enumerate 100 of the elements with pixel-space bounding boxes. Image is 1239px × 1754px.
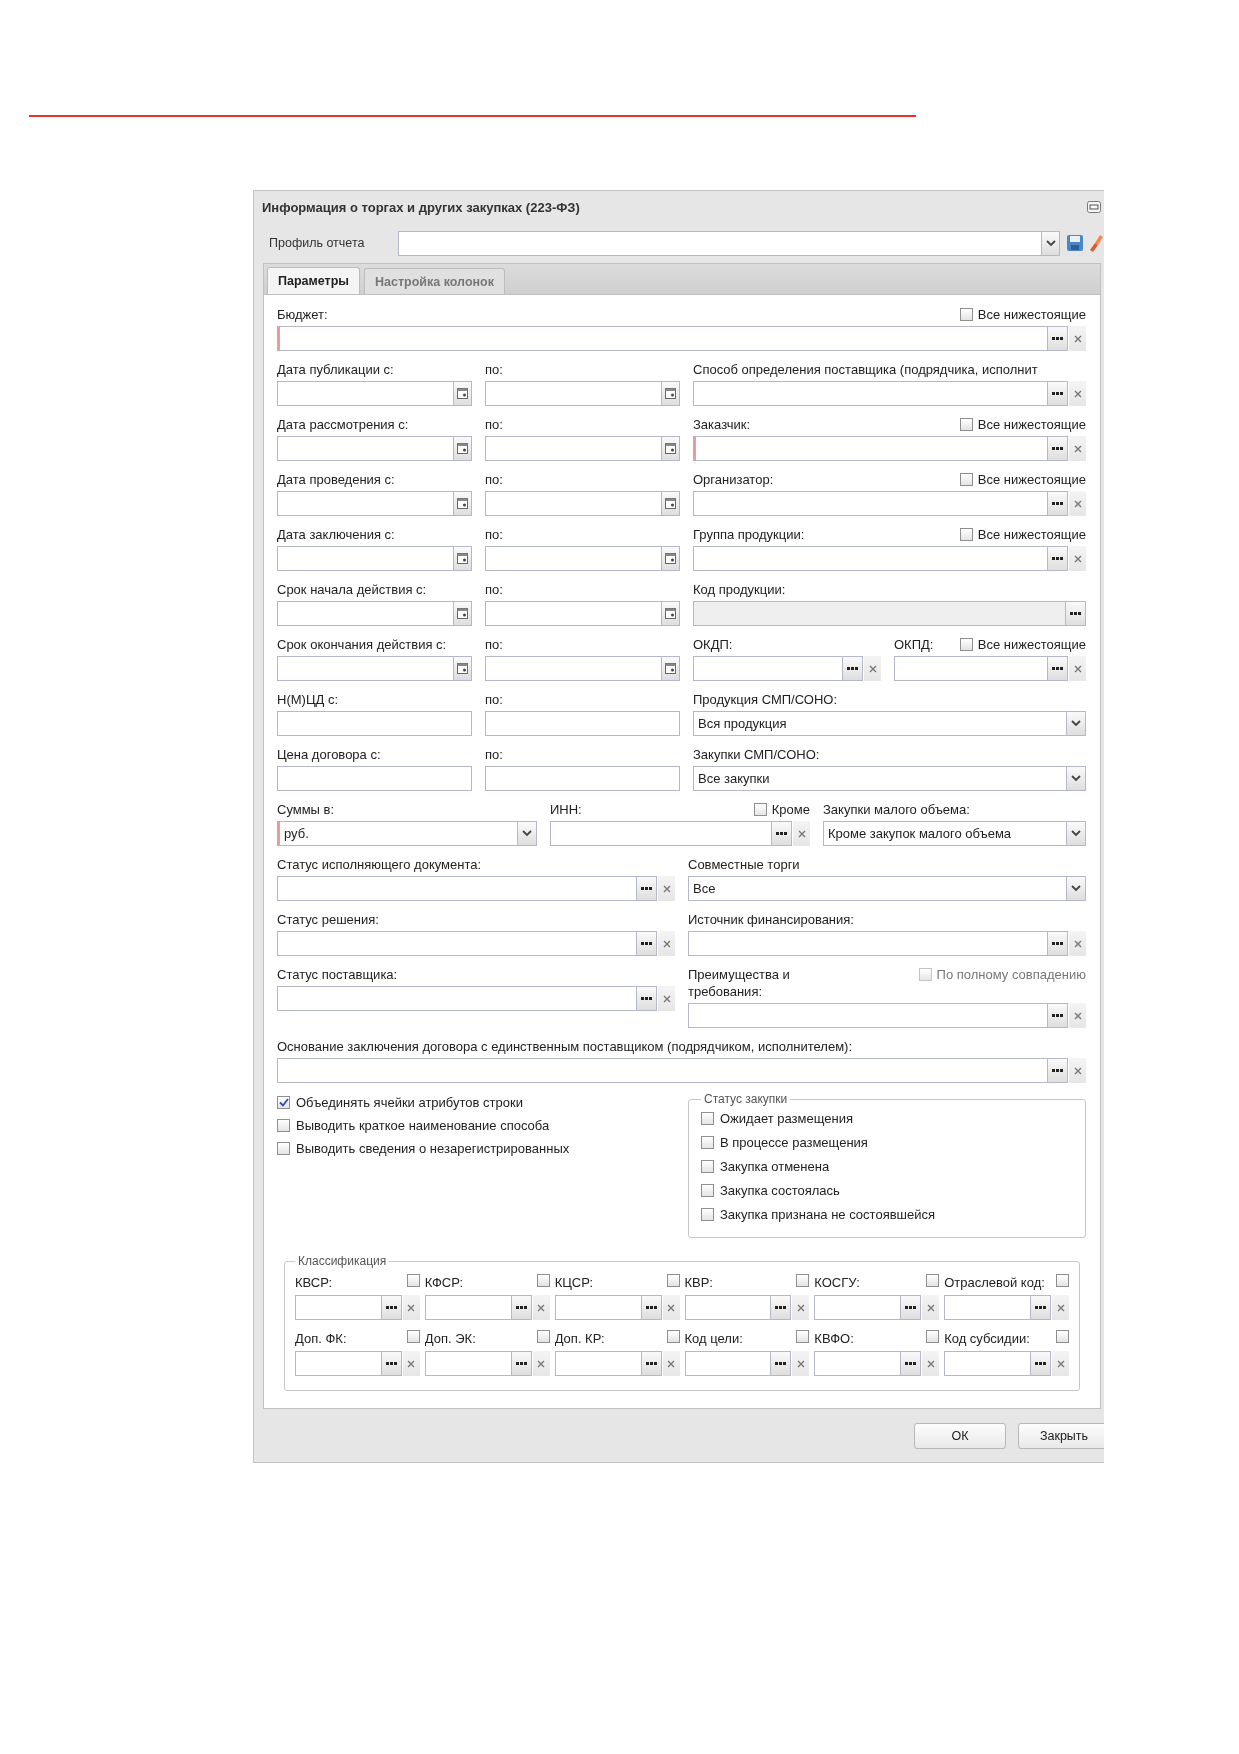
clear-button[interactable]	[402, 1295, 420, 1320]
lookup-field[interactable]	[693, 656, 843, 681]
date-field[interactable]	[277, 546, 454, 571]
clear-button[interactable]	[922, 1295, 940, 1320]
dialog-button[interactable]: Закрыть	[1018, 1422, 1104, 1449]
browse-button[interactable]	[637, 986, 657, 1011]
checkbox[interactable]	[536, 1330, 550, 1343]
calendar-button[interactable]	[454, 546, 472, 571]
clear-button[interactable]	[1052, 1295, 1069, 1320]
select-field[interactable]: Вся продукция	[693, 711, 1067, 736]
date-field[interactable]	[277, 656, 454, 681]
browse-button[interactable]	[1048, 656, 1068, 681]
checkbox[interactable]	[406, 1274, 420, 1287]
brush-icon[interactable]	[1088, 234, 1104, 252]
lookup-field[interactable]	[693, 436, 1048, 461]
clear-button[interactable]	[793, 821, 810, 846]
select-field[interactable]: Все	[688, 876, 1067, 901]
date-field[interactable]	[485, 436, 662, 461]
browse-button[interactable]	[1066, 601, 1086, 626]
profile-field[interactable]	[397, 230, 1042, 256]
browse-button[interactable]	[1048, 1003, 1068, 1028]
calendar-button[interactable]	[454, 601, 472, 626]
text-field[interactable]	[277, 766, 472, 791]
dropdown-button[interactable]	[1067, 766, 1086, 791]
lookup-field[interactable]	[814, 1295, 902, 1320]
calendar-button[interactable]	[454, 436, 472, 461]
select-field[interactable]: Кроме закупок малого объема	[823, 821, 1067, 846]
checkbox[interactable]	[666, 1274, 680, 1287]
clear-button[interactable]	[402, 1351, 420, 1376]
select-field[interactable]: Все закупки	[693, 766, 1067, 791]
clear-button[interactable]	[658, 986, 675, 1011]
clear-button[interactable]	[1069, 656, 1086, 681]
dropdown-button[interactable]	[1042, 230, 1060, 256]
date-field[interactable]	[485, 491, 662, 516]
checkbox[interactable]	[277, 1096, 290, 1109]
calendar-button[interactable]	[662, 436, 680, 461]
calendar-button[interactable]	[662, 601, 680, 626]
browse-button[interactable]	[1031, 1295, 1051, 1320]
browse-button[interactable]	[771, 1351, 792, 1376]
lookup-field[interactable]	[554, 1295, 642, 1320]
checkbox[interactable]	[277, 1142, 290, 1155]
lookup-field[interactable]	[693, 381, 1048, 406]
calendar-button[interactable]	[662, 491, 680, 516]
browse-button[interactable]	[901, 1295, 922, 1320]
dropdown-button[interactable]	[518, 821, 537, 846]
save-icon[interactable]	[1066, 234, 1084, 252]
browse-button[interactable]	[901, 1351, 922, 1376]
date-field[interactable]	[277, 381, 454, 406]
checkbox[interactable]	[959, 473, 973, 486]
browse-button[interactable]	[511, 1295, 532, 1320]
checkbox[interactable]	[666, 1330, 680, 1343]
clear-button[interactable]	[532, 1295, 550, 1320]
clear-button[interactable]	[1069, 491, 1086, 516]
clear-button[interactable]	[1069, 1058, 1086, 1083]
calendar-button[interactable]	[454, 491, 472, 516]
calendar-button[interactable]	[454, 656, 472, 681]
lookup-field[interactable]	[550, 821, 772, 846]
lookup-field[interactable]	[424, 1351, 512, 1376]
lookup-field[interactable]	[277, 876, 637, 901]
calendar-button[interactable]	[662, 546, 680, 571]
dropdown-button[interactable]	[1067, 711, 1086, 736]
clear-button[interactable]	[662, 1295, 680, 1320]
calendar-button[interactable]	[662, 381, 680, 406]
lookup-field[interactable]	[814, 1351, 902, 1376]
browse-button[interactable]	[1048, 1058, 1068, 1083]
browse-button[interactable]	[511, 1351, 532, 1376]
checkbox[interactable]	[1056, 1330, 1069, 1343]
date-field[interactable]	[485, 381, 662, 406]
clear-button[interactable]	[1069, 931, 1086, 956]
clear-button[interactable]	[864, 656, 881, 681]
checkbox[interactable]	[959, 418, 973, 431]
calendar-button[interactable]	[454, 381, 472, 406]
date-field[interactable]	[485, 601, 662, 626]
checkbox[interactable]	[277, 1119, 290, 1132]
clear-button[interactable]	[658, 931, 675, 956]
browse-button[interactable]	[843, 656, 863, 681]
checkbox[interactable]	[926, 1330, 940, 1343]
clear-button[interactable]	[662, 1351, 680, 1376]
browse-button[interactable]	[1031, 1351, 1051, 1376]
browse-button[interactable]	[381, 1295, 402, 1320]
checkbox[interactable]	[406, 1330, 420, 1343]
browse-button[interactable]	[1048, 931, 1068, 956]
browse-button[interactable]	[771, 1295, 792, 1320]
lookup-field[interactable]	[424, 1295, 512, 1320]
lookup-field[interactable]	[295, 1295, 382, 1320]
browse-button[interactable]	[641, 1295, 662, 1320]
browse-button[interactable]	[1048, 436, 1068, 461]
checkbox[interactable]	[753, 803, 767, 816]
text-field[interactable]	[485, 766, 680, 791]
checkbox[interactable]	[536, 1274, 550, 1287]
browse-button[interactable]	[772, 821, 792, 846]
lookup-field[interactable]	[894, 656, 1048, 681]
lookup-field[interactable]	[693, 546, 1048, 571]
clear-button[interactable]	[1069, 1003, 1086, 1028]
clear-button[interactable]	[792, 1351, 810, 1376]
browse-button[interactable]	[637, 931, 657, 956]
checkbox[interactable]	[926, 1274, 940, 1287]
date-field[interactable]	[485, 546, 662, 571]
clear-button[interactable]	[532, 1351, 550, 1376]
clear-button[interactable]	[1069, 546, 1086, 571]
